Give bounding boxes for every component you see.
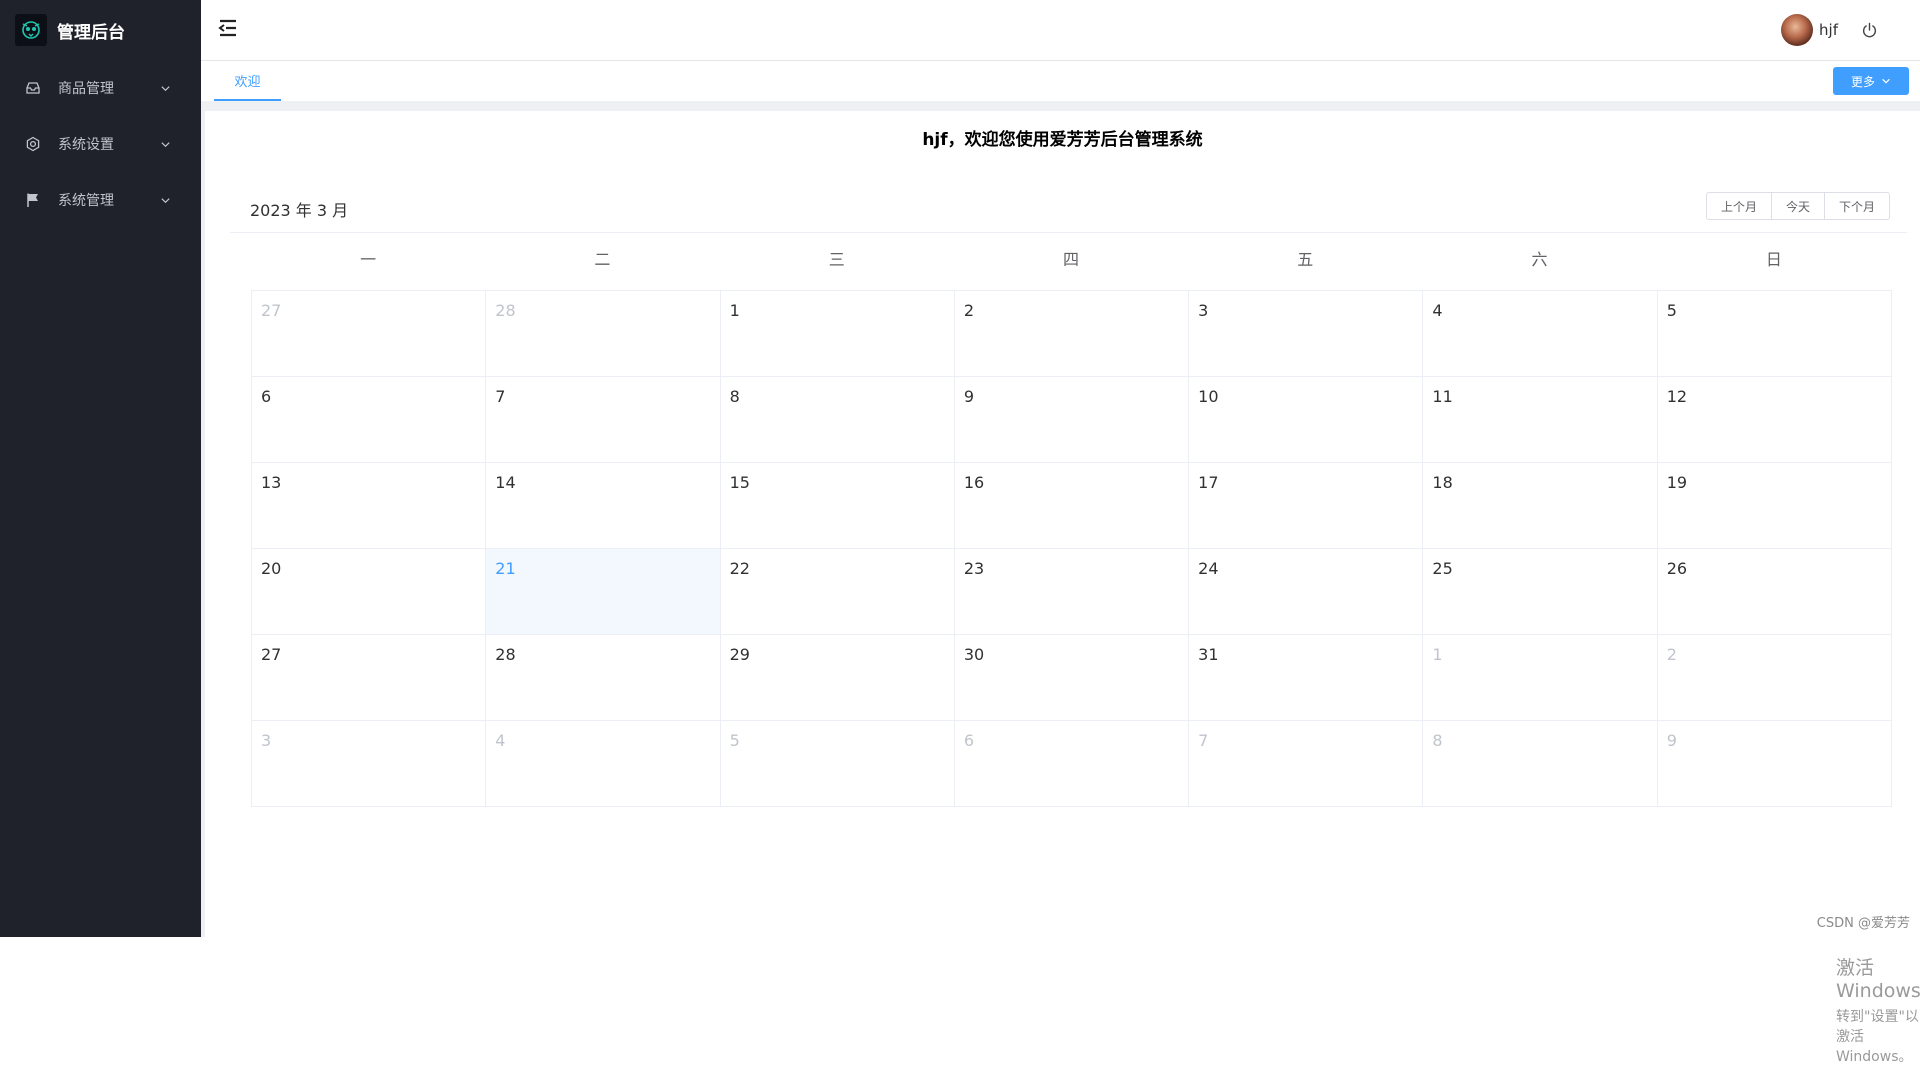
- watermark-line2: 转到"设置"以激活 Windows。: [1836, 1009, 1919, 1065]
- more-button[interactable]: 更多: [1833, 67, 1909, 95]
- weekday-label: 二: [594, 250, 611, 269]
- power-icon[interactable]: [1860, 21, 1878, 39]
- calendar-day[interactable]: 2: [954, 291, 1190, 377]
- calendar-nav: 上个月 今天 下个月: [1705, 192, 1890, 220]
- chevron-down-icon: [1881, 76, 1891, 86]
- avatar[interactable]: [1781, 14, 1814, 46]
- chevron-down-icon: [159, 82, 171, 94]
- calendar-day[interactable]: 7: [486, 377, 721, 463]
- calendar-day[interactable]: 27: [252, 635, 487, 721]
- calendar-day[interactable]: 3: [1189, 291, 1424, 377]
- calendar-day[interactable]: 28: [486, 291, 721, 377]
- sidebar-item-label: 系统设置: [58, 137, 114, 153]
- calendar-day[interactable]: 12: [1657, 377, 1892, 463]
- user-name[interactable]: hjf: [1819, 21, 1838, 39]
- sidebar-item-product-management[interactable]: 商品管理: [0, 60, 201, 116]
- weekday-header: 一 二 三 四 五 六 日: [251, 250, 1891, 282]
- calendar-day-today[interactable]: 21: [486, 549, 721, 635]
- calendar-day[interactable]: 31: [1189, 635, 1424, 721]
- calendar-day[interactable]: 9: [1657, 721, 1892, 807]
- calendar-day[interactable]: 13: [252, 463, 487, 549]
- calendar-day[interactable]: 17: [1189, 463, 1424, 549]
- prev-month-button[interactable]: 上个月: [1705, 192, 1772, 220]
- calendar-day[interactable]: 8: [1423, 721, 1658, 807]
- gear-icon: [24, 135, 42, 153]
- brand[interactable]: 管理后台: [0, 0, 201, 60]
- credit-text: CSDN @爱芳芳: [1816, 916, 1910, 931]
- calendar-day[interactable]: 23: [954, 549, 1190, 635]
- weekday-label: 六: [1531, 250, 1548, 269]
- brand-title: 管理后台: [57, 22, 125, 43]
- weekday-label: 五: [1297, 250, 1314, 269]
- calendar-day[interactable]: 9: [954, 377, 1190, 463]
- calendar-day[interactable]: 7: [1189, 721, 1424, 807]
- calendar-grid: 27 28 1 2 3 4 5 6 7 8 9 10 11 12 13 14 15 16 17 18 19 20 21 22 2…: [251, 290, 1892, 807]
- calendar-day[interactable]: 24: [1189, 549, 1424, 635]
- calendar-day[interactable]: 1: [720, 291, 955, 377]
- calendar-day[interactable]: 16: [954, 463, 1190, 549]
- calendar-day[interactable]: 20: [252, 549, 487, 635]
- calendar-day[interactable]: 10: [1189, 377, 1424, 463]
- calendar-title: 2023 年 3 月: [250, 201, 349, 220]
- owl-logo-icon: [15, 14, 47, 46]
- chevron-down-icon: [159, 194, 171, 206]
- sidebar: 管理后台 商品管理 系统设置 系统管理: [0, 0, 201, 937]
- calendar-day[interactable]: 4: [486, 721, 721, 807]
- today-button[interactable]: 今天: [1771, 192, 1825, 220]
- sidebar-item-system-management[interactable]: 系统管理: [0, 172, 201, 228]
- calendar-day[interactable]: 8: [720, 377, 955, 463]
- calendar-header: 2023 年 3 月 上个月 今天 下个月: [230, 177, 1907, 233]
- calendar-day[interactable]: 5: [720, 721, 955, 807]
- calendar-day[interactable]: 1: [1423, 635, 1658, 721]
- windows-activation-watermark: 激活 Windows 转到"设置"以激活 Windows。: [1836, 953, 1920, 1066]
- calendar-day[interactable]: 5: [1657, 291, 1892, 377]
- weekday-label: 三: [828, 250, 845, 269]
- watermark-line1: 激活 Windows: [1836, 957, 1920, 1002]
- main-content: hjf，欢迎您使用爱芳芳后台管理系统 2023 年 3 月 上个月 今天 下个月…: [201, 111, 1920, 1065]
- next-month-button[interactable]: 下个月: [1824, 192, 1890, 220]
- calendar-day[interactable]: 18: [1423, 463, 1658, 549]
- calendar-day[interactable]: 14: [486, 463, 721, 549]
- divider: [201, 101, 1920, 111]
- sidebar-item-label: 商品管理: [58, 81, 114, 97]
- calendar-day[interactable]: 22: [720, 549, 955, 635]
- calendar-day[interactable]: 6: [954, 721, 1190, 807]
- calendar-day[interactable]: 4: [1423, 291, 1658, 377]
- more-button-label: 更多: [1850, 74, 1875, 89]
- sidebar-item-label: 系统管理: [58, 193, 114, 209]
- calendar-day[interactable]: 25: [1423, 549, 1658, 635]
- calendar-day[interactable]: 15: [720, 463, 955, 549]
- inbox-icon: [24, 79, 42, 97]
- calendar-day[interactable]: 30: [954, 635, 1190, 721]
- calendar-day[interactable]: 26: [1657, 549, 1892, 635]
- menu-collapse-icon[interactable]: [218, 18, 238, 38]
- calendar-day[interactable]: 28: [486, 635, 721, 721]
- calendar-day[interactable]: 2: [1657, 635, 1892, 721]
- user-area: hjf: [1781, 14, 1878, 46]
- calendar-day[interactable]: 3: [252, 721, 487, 807]
- tabs-bar: 欢迎 更多: [201, 61, 1920, 101]
- weekday-label: 一: [360, 250, 377, 269]
- weekday-label: 四: [1062, 250, 1079, 269]
- welcome-title: hjf，欢迎您使用爱芳芳后台管理系统: [922, 130, 1203, 150]
- calendar-day[interactable]: 19: [1657, 463, 1892, 549]
- top-header: hjf: [201, 0, 1920, 61]
- tab-welcome[interactable]: 欢迎: [214, 61, 281, 101]
- weekday-label: 日: [1765, 250, 1782, 269]
- calendar-day[interactable]: 29: [720, 635, 955, 721]
- calendar-day[interactable]: 11: [1423, 377, 1658, 463]
- calendar-day[interactable]: 27: [252, 291, 487, 377]
- calendar-day[interactable]: 6: [252, 377, 487, 463]
- flag-icon: [24, 191, 42, 209]
- chevron-down-icon: [159, 138, 171, 150]
- sidebar-item-system-settings[interactable]: 系统设置: [0, 116, 201, 172]
